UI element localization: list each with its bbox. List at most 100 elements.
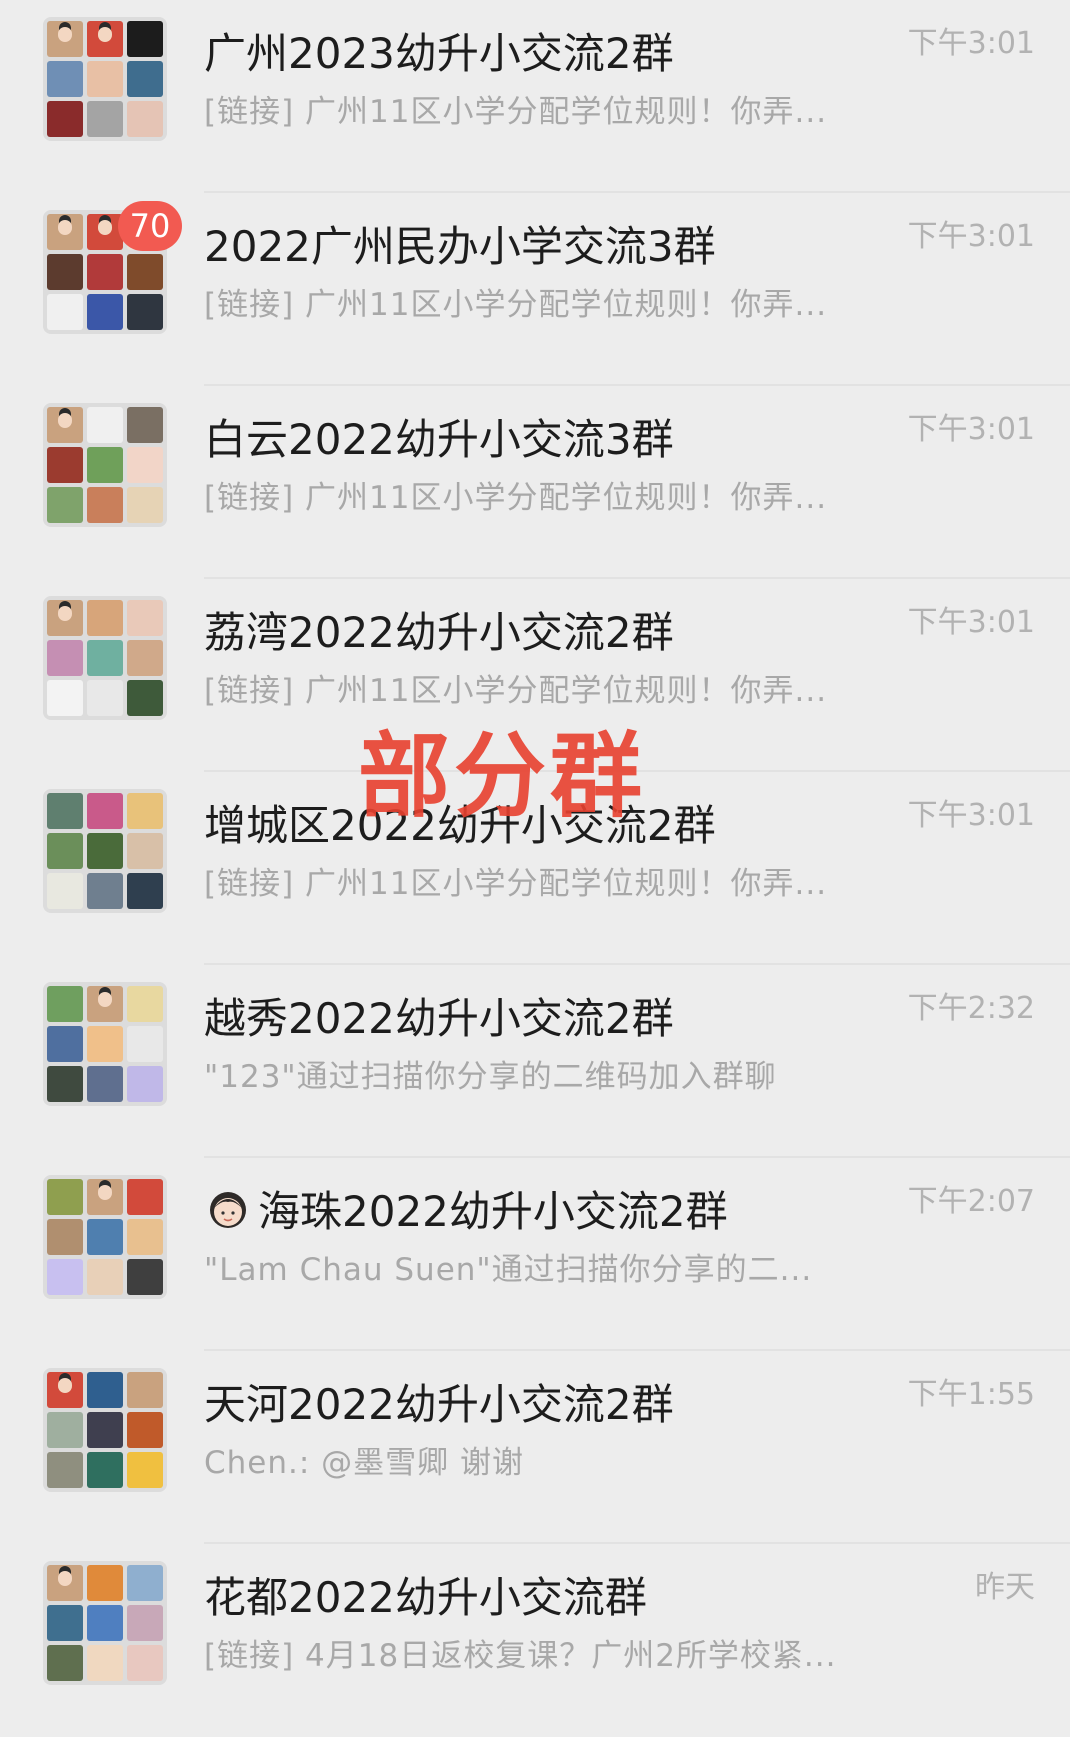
chat-name: 天河2022幼升小交流2群 — [204, 1380, 674, 1429]
member-avatar-tile — [87, 487, 123, 523]
chat-time: 下午3:01 — [907, 219, 1035, 254]
member-avatar-tile — [47, 680, 83, 716]
member-avatar-tile — [127, 61, 163, 97]
chat-time: 下午1:55 — [907, 1377, 1035, 1412]
member-avatar-tile — [127, 101, 163, 137]
member-avatar-tile — [87, 1066, 123, 1102]
member-avatar-tile — [127, 1179, 163, 1215]
chat-name: 越秀2022幼升小交流2群 — [204, 994, 674, 1043]
member-avatar-tile — [87, 101, 123, 137]
member-avatar-tile — [127, 640, 163, 676]
member-avatar-tile — [47, 214, 83, 250]
chat-item[interactable]: 花都2022幼升小交流群 [链接] 4月18日返校复课？广州2所学校紧... 昨… — [0, 1544, 1070, 1737]
member-avatar-tile — [47, 447, 83, 483]
member-avatar-tile — [47, 1259, 83, 1295]
chat-time: 下午2:32 — [907, 991, 1035, 1026]
member-avatar-tile — [47, 21, 83, 57]
member-avatar-tile — [127, 680, 163, 716]
group-avatar — [43, 1561, 167, 1685]
member-avatar-tile — [127, 1219, 163, 1255]
member-avatar-tile — [127, 1645, 163, 1681]
chat-preview: "123"通过扫描你分享的二维码加入群聊 — [204, 1059, 777, 1095]
chat-item[interactable]: 荔湾2022幼升小交流2群 [链接] 广州11区小学分配学位规则！你弄... 下… — [0, 579, 1070, 772]
chat-preview: [链接] 广州11区小学分配学位规则！你弄... — [204, 673, 828, 709]
member-avatar-tile — [87, 447, 123, 483]
member-avatar-tile — [127, 873, 163, 909]
chat-list: 广州2023幼升小交流2群 [链接] 广州11区小学分配学位规则！你弄... 下… — [0, 0, 1070, 1723]
member-avatar-tile — [87, 1259, 123, 1295]
member-avatar-tile — [47, 640, 83, 676]
chat-preview: [链接] 广州11区小学分配学位规则！你弄... — [204, 480, 828, 516]
member-avatar-tile — [87, 21, 123, 57]
member-avatar-tile — [47, 793, 83, 829]
chat-item[interactable]: 70 2022广州民办小学交流3群 [链接] 广州11区小学分配学位规则！你弄.… — [0, 193, 1070, 386]
chat-name: 海珠2022幼升小交流2群 — [258, 1187, 728, 1236]
member-avatar-tile — [47, 1066, 83, 1102]
member-avatar-tile — [87, 1219, 123, 1255]
member-avatar-tile — [47, 1645, 83, 1681]
group-avatar — [43, 982, 167, 1106]
member-avatar-tile — [47, 600, 83, 636]
member-avatar-tile — [127, 1412, 163, 1448]
member-avatar-tile — [47, 254, 83, 290]
member-avatar-tile — [127, 986, 163, 1022]
chat-time: 昨天 — [975, 1570, 1035, 1605]
member-avatar-tile — [127, 254, 163, 290]
chat-time: 下午2:07 — [907, 1184, 1035, 1219]
member-avatar-tile — [47, 1179, 83, 1215]
chat-item[interactable]: 越秀2022幼升小交流2群 "123"通过扫描你分享的二维码加入群聊 下午2:3… — [0, 965, 1070, 1158]
chat-preview: [链接] 广州11区小学分配学位规则！你弄... — [204, 866, 828, 902]
member-avatar-tile — [127, 1372, 163, 1408]
chat-preview: [链接] 4月18日返校复课？广州2所学校紧... — [204, 1638, 837, 1674]
member-avatar-tile — [127, 833, 163, 869]
member-avatar-tile — [87, 1372, 123, 1408]
member-avatar-tile — [87, 61, 123, 97]
member-avatar-tile — [87, 1565, 123, 1601]
member-avatar-tile — [47, 873, 83, 909]
member-avatar-tile — [87, 254, 123, 290]
member-avatar-tile — [47, 101, 83, 137]
chat-preview: [链接] 广州11区小学分配学位规则！你弄... — [204, 94, 828, 130]
group-avatar — [43, 1368, 167, 1492]
chat-time: 下午3:01 — [907, 26, 1035, 61]
member-avatar-tile — [127, 1066, 163, 1102]
member-avatar-tile — [87, 1452, 123, 1488]
member-avatar-tile — [127, 447, 163, 483]
member-avatar-tile — [87, 600, 123, 636]
member-avatar-tile — [47, 1219, 83, 1255]
group-avatar — [43, 789, 167, 913]
chat-name: 花都2022幼升小交流群 — [204, 1573, 647, 1622]
member-avatar-tile — [87, 294, 123, 330]
chat-item[interactable]: 海珠2022幼升小交流2群 "Lam Chau Suen"通过扫描你分享的二..… — [0, 1158, 1070, 1351]
chat-name: 荔湾2022幼升小交流2群 — [204, 608, 674, 657]
chat-item[interactable]: 天河2022幼升小交流2群 Chen.: @墨雪卿 谢谢 下午1:55 — [0, 1351, 1070, 1544]
chat-name-wrapper: 海珠2022幼升小交流2群 — [204, 1184, 728, 1240]
member-avatar-tile — [87, 986, 123, 1022]
member-avatar-tile — [87, 1026, 123, 1062]
group-avatar — [43, 1175, 167, 1299]
chat-item[interactable]: 白云2022幼升小交流3群 [链接] 广州11区小学分配学位规则！你弄... 下… — [0, 386, 1070, 579]
chat-time: 下午3:01 — [907, 798, 1035, 833]
girl-face-icon — [210, 1192, 246, 1228]
member-avatar-tile — [87, 1179, 123, 1215]
member-avatar-tile — [87, 793, 123, 829]
member-avatar-tile — [87, 407, 123, 443]
member-avatar-tile — [127, 793, 163, 829]
member-avatar-tile — [47, 487, 83, 523]
chat-preview: [链接] 广州11区小学分配学位规则！你弄... — [204, 287, 828, 323]
member-avatar-tile — [87, 680, 123, 716]
member-avatar-tile — [47, 1452, 83, 1488]
group-avatar — [43, 403, 167, 527]
chat-item[interactable]: 广州2023幼升小交流2群 [链接] 广州11区小学分配学位规则！你弄... 下… — [0, 0, 1070, 193]
member-avatar-tile — [47, 407, 83, 443]
member-avatar-tile — [127, 1259, 163, 1295]
member-avatar-tile — [87, 873, 123, 909]
member-avatar-tile — [127, 600, 163, 636]
chat-time: 下午3:01 — [907, 605, 1035, 640]
member-avatar-tile — [47, 61, 83, 97]
chat-name: 增城区2022幼升小交流2群 — [204, 801, 716, 850]
chat-item[interactable]: 增城区2022幼升小交流2群 [链接] 广州11区小学分配学位规则！你弄... … — [0, 772, 1070, 965]
member-avatar-tile — [47, 986, 83, 1022]
member-avatar-tile — [87, 833, 123, 869]
member-avatar-tile — [87, 1605, 123, 1641]
